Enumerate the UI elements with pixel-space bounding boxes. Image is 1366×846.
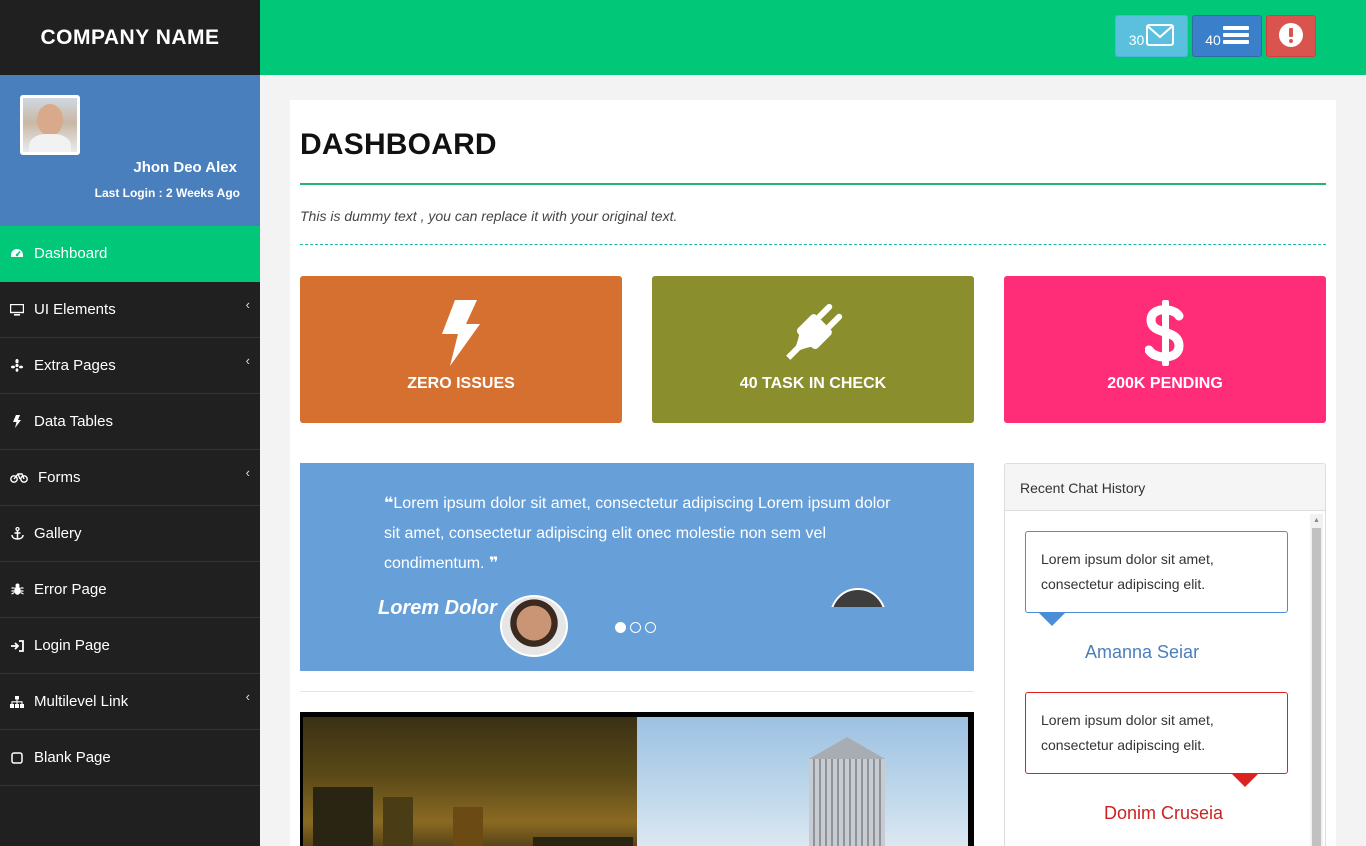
- sidebar-item-label: Error Page: [34, 581, 107, 598]
- sidebar-item-data-tables[interactable]: Data Tables: [0, 394, 260, 450]
- brand-logo[interactable]: COMPANY NAME: [0, 0, 260, 75]
- bubble-tail: [1231, 773, 1259, 787]
- chevron-left-icon: ‹: [245, 689, 250, 704]
- sidebar-item-ui-elements[interactable]: UI Elements ‹: [0, 282, 260, 338]
- testimonial-text: ❝Lorem ipsum dolor sit amet, consectetur…: [384, 489, 904, 579]
- quote-open-icon: ❝: [384, 495, 394, 512]
- stat-tile-label: 200K PENDING: [1107, 375, 1223, 392]
- sidebar-item-label: Blank Page: [34, 749, 111, 766]
- quote-close-icon: ❞: [488, 555, 499, 572]
- dashboard-icon: [10, 247, 24, 261]
- sitemap-icon: [10, 695, 24, 709]
- sidebar-item-label: Login Page: [34, 637, 110, 654]
- alerts-button[interactable]: [1266, 15, 1316, 57]
- chat-message: Lorem ipsum dolor sit amet, consectetur …: [1025, 692, 1288, 774]
- sidebar-menu: Dashboard UI Elements ‹ Extra Pages ‹ Da…: [0, 226, 260, 786]
- user-name: Jhon Deo Alex: [133, 159, 237, 176]
- sidebar-item-label: Multilevel Link: [34, 693, 129, 710]
- messages-count: 30: [1128, 32, 1145, 48]
- chevron-left-icon: ‹: [245, 353, 250, 368]
- desktop-icon: [10, 303, 24, 317]
- city-night-image: [303, 717, 637, 846]
- carousel-dot[interactable]: [615, 622, 626, 633]
- testimonial-carousel[interactable]: ❝Lorem ipsum dolor sit amet, consectetur…: [300, 463, 974, 671]
- chat-message: Lorem ipsum dolor sit amet, consectetur …: [1025, 531, 1288, 613]
- chat-author[interactable]: Donim Cruseia: [1104, 803, 1223, 824]
- sidebar-item-login-page[interactable]: Login Page: [0, 618, 260, 674]
- stat-tile-tasks[interactable]: 40 TASK IN CHECK: [652, 276, 974, 423]
- dollar-icon: [1004, 298, 1326, 368]
- sidebar-item-label: UI Elements: [34, 301, 116, 318]
- tasks-count: 40: [1205, 32, 1221, 48]
- messages-button[interactable]: 30: [1115, 15, 1188, 57]
- sidebar-item-error-page[interactable]: Error Page: [0, 562, 260, 618]
- avatar: [500, 595, 568, 657]
- bicycle-icon: [10, 471, 28, 485]
- avatar: [830, 588, 886, 608]
- last-login: Last Login : 2 Weeks Ago: [94, 186, 240, 200]
- yelp-icon: [10, 359, 24, 373]
- sidebar-item-blank-page[interactable]: Blank Page: [0, 730, 260, 786]
- bolt-icon: [300, 298, 622, 368]
- sidebar-item-label: Dashboard: [34, 245, 108, 262]
- scrollbar[interactable]: ▲: [1310, 514, 1323, 846]
- page-subtitle: This is dummy text , you can replace it …: [300, 208, 678, 224]
- stat-tile-zero-issues[interactable]: ZERO ISSUES: [300, 276, 622, 423]
- divider: [300, 244, 1326, 245]
- scrollbar-thumb[interactable]: [1312, 528, 1321, 846]
- sidebar-item-label: Gallery: [34, 525, 82, 542]
- image-slider[interactable]: [300, 712, 974, 846]
- sidebar-item-label: Data Tables: [34, 413, 113, 430]
- carousel-indicators: [615, 622, 656, 633]
- testimonial-body: Lorem ipsum dolor sit amet, consectetur …: [384, 495, 891, 572]
- sidebar-item-gallery[interactable]: Gallery: [0, 506, 260, 562]
- bolt-icon: [10, 415, 24, 429]
- page-title: DASHBOARD: [300, 128, 497, 161]
- bug-icon: [10, 583, 24, 597]
- user-panel: Jhon Deo Alex Last Login : 2 Weeks Ago: [0, 75, 260, 226]
- plug-icon: [652, 298, 974, 368]
- stat-tile-label: 40 TASK IN CHECK: [739, 375, 887, 392]
- skyscraper-image: [637, 717, 968, 846]
- testimonial-author: Lorem Dolor: [378, 597, 497, 619]
- sidebar-item-dashboard[interactable]: Dashboard: [0, 226, 260, 282]
- sidebar-item-forms[interactable]: Forms ‹: [0, 450, 260, 506]
- chevron-left-icon: ‹: [245, 465, 250, 480]
- divider: [300, 183, 1326, 185]
- square-icon: [10, 751, 24, 765]
- stat-tile-pending[interactable]: 200K PENDING: [1004, 276, 1326, 423]
- top-navbar: 30 40: [260, 0, 1366, 75]
- sidebar-item-multilevel-link[interactable]: Multilevel Link ‹: [0, 674, 260, 730]
- carousel-dot[interactable]: [645, 622, 656, 633]
- sign-in-icon: [10, 639, 24, 653]
- sidebar-item-label: Extra Pages: [34, 357, 116, 374]
- chat-author[interactable]: Amanna Seiar: [1085, 642, 1199, 663]
- sidebar-item-extra-pages[interactable]: Extra Pages ‹: [0, 338, 260, 394]
- divider: [300, 691, 974, 692]
- sidebar: COMPANY NAME Jhon Deo Alex Last Login : …: [0, 0, 260, 846]
- anchor-icon: [10, 527, 24, 541]
- exclamation-circle-icon: [1279, 22, 1303, 50]
- scroll-up-icon[interactable]: ▲: [1313, 517, 1320, 524]
- main-content: DASHBOARD This is dummy text , you can r…: [290, 100, 1336, 846]
- sidebar-item-label: Forms: [38, 469, 81, 486]
- list-icon: [1222, 25, 1249, 48]
- avatar[interactable]: [20, 95, 80, 155]
- carousel-dot[interactable]: [630, 622, 641, 633]
- chat-history-panel: Recent Chat History ▲ Lorem ipsum dolor …: [1004, 463, 1326, 846]
- bubble-tail: [1038, 612, 1066, 626]
- panel-heading: Recent Chat History: [1005, 464, 1325, 511]
- envelope-icon: [1146, 23, 1175, 49]
- stat-tile-label: ZERO ISSUES: [407, 375, 515, 392]
- chevron-left-icon: ‹: [245, 297, 250, 312]
- tasks-button[interactable]: 40: [1192, 15, 1262, 57]
